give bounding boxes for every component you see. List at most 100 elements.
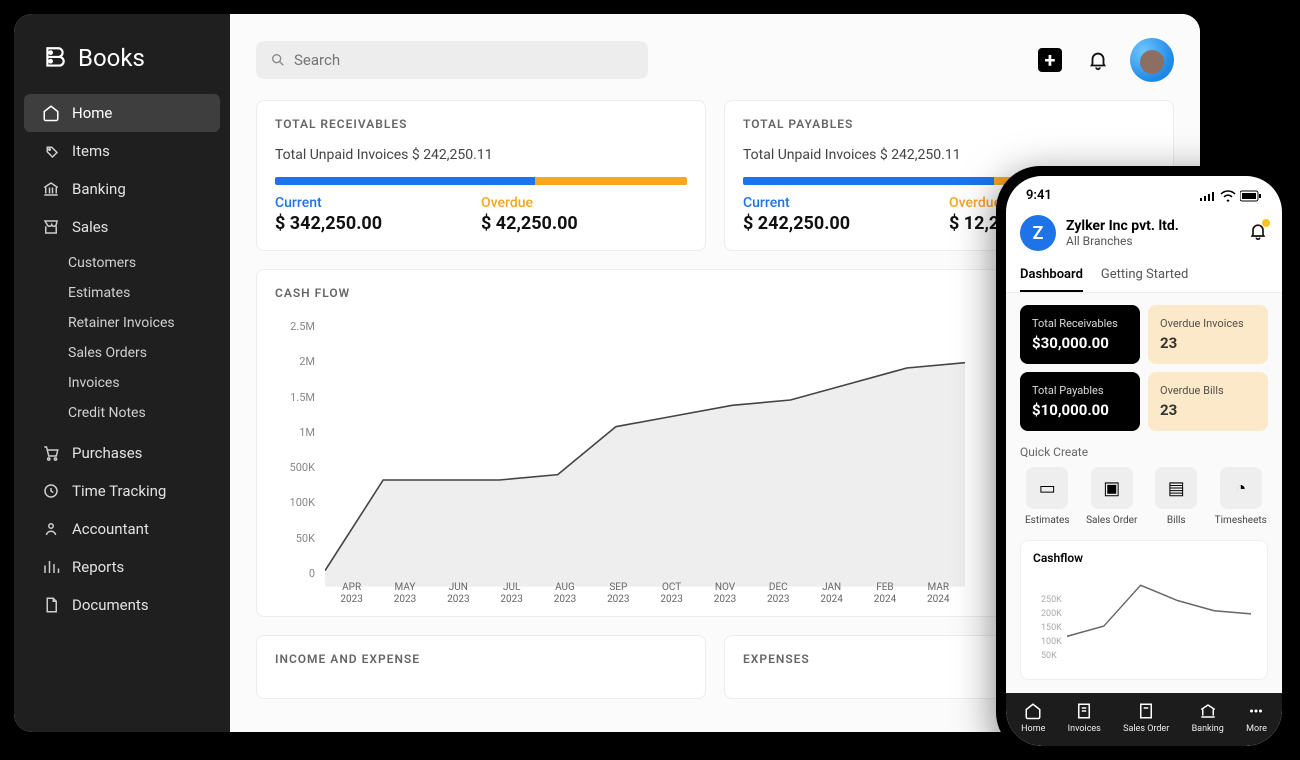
sidebar-item-reports[interactable]: Reports bbox=[24, 548, 220, 586]
submenu-customers[interactable]: Customers bbox=[14, 248, 230, 278]
nav-label: Purchases bbox=[72, 444, 142, 462]
bank-icon bbox=[1198, 701, 1218, 721]
bell-icon bbox=[1087, 49, 1109, 71]
phone-statusbar: 9:41 bbox=[1006, 176, 1282, 207]
bar-current-segment bbox=[275, 177, 535, 185]
phone-notifications[interactable] bbox=[1248, 221, 1268, 245]
document-icon bbox=[42, 596, 60, 614]
submenu-retainer-invoices[interactable]: Retainer Invoices bbox=[14, 308, 230, 338]
mini-card-value: 23 bbox=[1160, 334, 1256, 352]
notification-dot bbox=[1262, 219, 1270, 227]
search-box[interactable] bbox=[256, 41, 648, 79]
home-icon bbox=[1023, 701, 1043, 721]
brand-logo: Books bbox=[14, 34, 230, 94]
submenu-invoices[interactable]: Invoices bbox=[14, 368, 230, 398]
phone-bottom-nav: Home Invoices Sales Order Banking More bbox=[1006, 693, 1282, 746]
nav-sales-order[interactable]: Sales Order bbox=[1123, 701, 1169, 734]
mini-card-value: 23 bbox=[1160, 401, 1256, 419]
sidebar-item-items[interactable]: Items bbox=[24, 132, 220, 170]
nav-more[interactable]: More bbox=[1246, 701, 1267, 734]
battery-icon bbox=[1240, 190, 1262, 202]
qc-estimates[interactable]: ▭ Estimates bbox=[1020, 467, 1075, 526]
mini-card-label: Total Payables bbox=[1032, 384, 1128, 397]
income-expense-card: INCOME AND EXPENSE bbox=[256, 635, 706, 699]
sidebar: Books Home Items Banking Sales Customers… bbox=[14, 14, 230, 732]
shop-icon bbox=[42, 218, 60, 236]
mini-chart-title: Cashflow bbox=[1033, 551, 1255, 565]
mini-cashflow-chart: Cashflow 250K200K150K100K50K bbox=[1020, 540, 1268, 680]
chart-y-axis: 2.5M2M1.5M1M500K100K50K0 bbox=[275, 320, 315, 580]
submenu-estimates[interactable]: Estimates bbox=[14, 278, 230, 308]
qc-label: Bills bbox=[1167, 515, 1186, 526]
mini-card-label: Total Receivables bbox=[1032, 317, 1128, 330]
submenu-credit-notes[interactable]: Credit Notes bbox=[14, 398, 230, 428]
sidebar-item-home[interactable]: Home bbox=[24, 94, 220, 132]
search-input[interactable] bbox=[294, 51, 634, 69]
notifications-button[interactable] bbox=[1082, 44, 1114, 76]
nav-label: Invoices bbox=[1068, 724, 1101, 734]
org-name: Zylker Inc pvt. ltd. bbox=[1066, 218, 1179, 234]
nav-label: Sales Order bbox=[1123, 724, 1169, 734]
receivables-subtext: Total Unpaid Invoices $ 242,250.11 bbox=[275, 147, 687, 163]
bank-icon bbox=[42, 180, 60, 198]
nav-label: Accountant bbox=[72, 520, 149, 538]
wifi-icon bbox=[1220, 190, 1236, 202]
submenu-sales-orders[interactable]: Sales Orders bbox=[14, 338, 230, 368]
mini-payables-card[interactable]: Total Payables $10,000.00 bbox=[1020, 372, 1140, 431]
invoice-icon bbox=[1074, 701, 1094, 721]
sidebar-item-purchases[interactable]: Purchases bbox=[24, 434, 220, 472]
sidebar-item-banking[interactable]: Banking bbox=[24, 170, 220, 208]
cashflow-chart: 2.5M2M1.5M1M500K100K50K0 APR2023MAY2023J… bbox=[275, 306, 965, 606]
qc-sales-order[interactable]: ▣Sales Order bbox=[1085, 467, 1140, 526]
mini-overdue-bills-card[interactable]: Overdue Bills 23 bbox=[1148, 372, 1268, 431]
chart-bar-icon bbox=[42, 558, 60, 576]
sidebar-item-sales[interactable]: Sales bbox=[24, 208, 220, 246]
user-avatar[interactable] bbox=[1130, 38, 1174, 82]
overdue-label: Overdue bbox=[481, 195, 687, 211]
current-label: Current bbox=[275, 195, 481, 211]
current-amount: $ 342,250.00 bbox=[275, 213, 481, 234]
clock-icon bbox=[42, 482, 60, 500]
phone-time: 9:41 bbox=[1026, 188, 1052, 203]
phone-screen: 9:41 Z Zylker Inc pvt. ltd. All Branches… bbox=[1006, 176, 1282, 746]
nav-label: Reports bbox=[72, 558, 124, 576]
mini-card-value: $10,000.00 bbox=[1032, 401, 1128, 419]
tab-dashboard[interactable]: Dashboard bbox=[1020, 261, 1083, 292]
mini-card-label: Overdue Bills bbox=[1160, 384, 1256, 397]
topbar: + bbox=[256, 14, 1174, 100]
tab-getting-started[interactable]: Getting Started bbox=[1101, 261, 1188, 292]
qc-timesheets[interactable]: ◔Timesheets bbox=[1214, 467, 1269, 526]
current-label: Current bbox=[743, 195, 949, 211]
nav-label: More bbox=[1246, 724, 1267, 734]
sales-submenu: Customers Estimates Retainer Invoices Sa… bbox=[14, 246, 230, 434]
nav-label: Sales bbox=[72, 218, 108, 236]
chart-x-axis: APR2023MAY2023JUN2023JUL2023AUG2023SEP20… bbox=[325, 582, 965, 606]
estimate-icon: ▭ bbox=[1026, 467, 1068, 509]
nav-label: Banking bbox=[72, 180, 126, 198]
card-title: TOTAL PAYABLES bbox=[743, 117, 1155, 131]
nav-home[interactable]: Home bbox=[1021, 701, 1045, 734]
qc-bills[interactable]: ▤Bills bbox=[1149, 467, 1204, 526]
nav-label: Banking bbox=[1192, 724, 1224, 734]
signal-icon bbox=[1200, 191, 1216, 201]
add-button[interactable]: + bbox=[1034, 44, 1066, 76]
sidebar-item-documents[interactable]: Documents bbox=[24, 586, 220, 624]
sidebar-item-time-tracking[interactable]: Time Tracking bbox=[24, 472, 220, 510]
org-avatar[interactable]: Z bbox=[1020, 215, 1056, 251]
overdue-amount: $ 42,250.00 bbox=[481, 213, 687, 234]
qc-label: Timesheets bbox=[1215, 515, 1267, 526]
cashflow-area-chart bbox=[325, 320, 965, 587]
more-icon bbox=[1246, 701, 1266, 721]
nav-label: Home bbox=[1021, 724, 1045, 734]
mini-receivables-card[interactable]: Total Receivables $30,000.00 bbox=[1020, 305, 1140, 364]
card-title: TOTAL RECEIVABLES bbox=[275, 117, 687, 131]
person-icon bbox=[42, 520, 60, 538]
receivables-bar bbox=[275, 177, 687, 185]
nav-banking[interactable]: Banking bbox=[1192, 701, 1224, 734]
sales-order-icon bbox=[1136, 701, 1156, 721]
nav-label: Documents bbox=[72, 596, 149, 614]
qc-label: Estimates bbox=[1025, 515, 1070, 526]
nav-invoices[interactable]: Invoices bbox=[1068, 701, 1101, 734]
sidebar-item-accountant[interactable]: Accountant bbox=[24, 510, 220, 548]
mini-overdue-invoices-card[interactable]: Overdue Invoices 23 bbox=[1148, 305, 1268, 364]
